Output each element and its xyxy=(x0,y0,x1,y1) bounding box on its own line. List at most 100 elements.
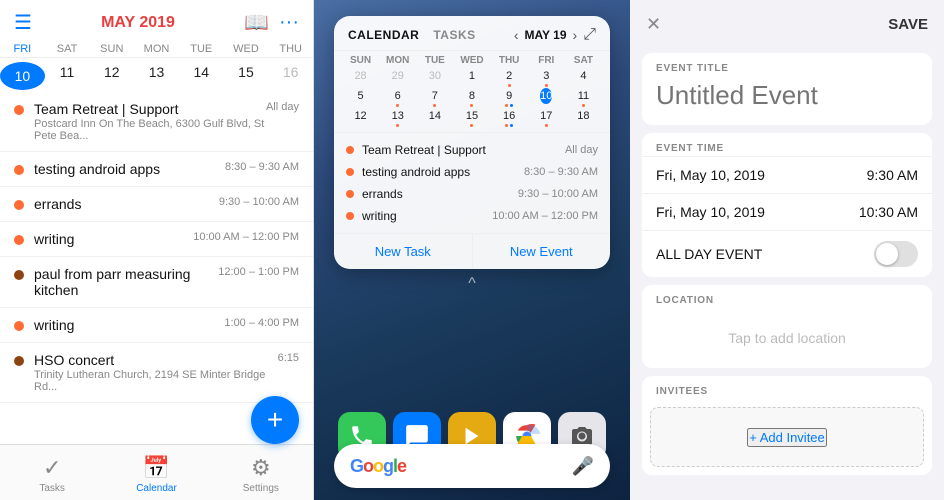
event-dot xyxy=(14,356,24,366)
dates-row: 10 11 12 13 14 15 16 xyxy=(0,58,313,92)
event-dot xyxy=(14,270,24,280)
mini-date[interactable]: 4 xyxy=(580,68,586,84)
event-content: writing xyxy=(34,231,193,247)
event-title-input[interactable] xyxy=(642,76,932,125)
mini-date[interactable]: 18 xyxy=(577,108,589,124)
add-invitee-btn[interactable]: + Add Invitee xyxy=(747,428,827,447)
google-logo: Google xyxy=(350,456,406,477)
mini-date[interactable]: 14 xyxy=(429,108,441,124)
event-title: testing android apps xyxy=(34,161,225,177)
all-day-toggle[interactable] xyxy=(874,241,918,267)
widget-event-name: errands xyxy=(362,187,518,201)
widget-event-time: All day xyxy=(565,144,598,156)
event-title: HSO concert xyxy=(34,352,278,368)
mini-date[interactable]: 15 xyxy=(466,108,478,124)
new-event-btn[interactable]: New Event xyxy=(473,234,611,269)
mini-date[interactable]: 17 xyxy=(540,108,552,124)
form-body: EVENT TITLE EVENT TIME Fri, May 10, 2019… xyxy=(630,45,944,500)
event-errands[interactable]: errands 9:30 – 10:00 AM xyxy=(0,187,313,222)
weekday-thu: THU xyxy=(268,43,313,55)
location-placeholder-text: Tap to add location xyxy=(728,330,846,346)
mini-date[interactable]: 9 xyxy=(506,88,512,104)
more-icon[interactable]: ··· xyxy=(279,11,299,34)
mini-date[interactable]: 5 xyxy=(358,88,364,104)
mini-date[interactable]: 1 xyxy=(469,68,475,84)
nav-settings[interactable]: ⚙ Settings xyxy=(209,453,313,496)
start-time-row[interactable]: Fri, May 10, 2019 9:30 AM xyxy=(642,156,932,193)
mini-date[interactable]: 11 xyxy=(578,88,589,104)
mini-date[interactable]: 6 xyxy=(395,88,401,104)
date-10[interactable]: 10 xyxy=(0,62,45,90)
expand-btn[interactable]: ⤢ xyxy=(583,26,596,44)
all-day-label: ALL DAY EVENT xyxy=(656,246,762,262)
event-content: writing xyxy=(34,317,224,333)
mini-date[interactable]: 13 xyxy=(392,108,404,124)
calendar-title: MAY 2019 xyxy=(32,14,244,32)
event-writing-2[interactable]: writing 1:00 – 4:00 PM xyxy=(0,308,313,343)
bottom-nav: ✓ Tasks 📅 Calendar ⚙ Settings xyxy=(0,444,313,500)
event-hso-concert[interactable]: HSO concert Trinity Lutheran Church, 219… xyxy=(0,343,313,403)
event-team-retreat[interactable]: Team Retreat | Support Postcard Inn On T… xyxy=(0,92,313,152)
mini-wd-thu: THU xyxy=(491,55,528,66)
mini-date[interactable]: 29 xyxy=(392,68,404,84)
widget-event-name: testing android apps xyxy=(362,165,524,179)
event-content: HSO concert Trinity Lutheran Church, 219… xyxy=(34,352,278,393)
widget-event-team-retreat[interactable]: Team Retreat | Support All day xyxy=(334,139,610,161)
new-task-btn[interactable]: New Task xyxy=(334,234,473,269)
location-label: LOCATION xyxy=(642,285,932,308)
menu-icon[interactable]: ☰ xyxy=(14,10,32,35)
weekday-sun: SUN xyxy=(89,43,134,55)
event-time-label: EVENT TIME xyxy=(642,133,932,156)
event-testing-android[interactable]: testing android apps 8:30 – 9:30 AM xyxy=(0,152,313,187)
date-12[interactable]: 12 xyxy=(89,62,134,90)
swipe-indicator: ^ xyxy=(468,275,476,293)
widget-event-testing[interactable]: testing android apps 8:30 – 9:30 AM xyxy=(334,161,610,183)
location-section: LOCATION Tap to add location xyxy=(642,285,932,368)
save-form-btn[interactable]: SAVE xyxy=(888,16,928,33)
event-writing-1[interactable]: writing 10:00 AM – 12:00 PM xyxy=(0,222,313,257)
location-input[interactable]: Tap to add location xyxy=(642,308,932,368)
date-15[interactable]: 15 xyxy=(224,62,269,90)
calendar-nav-label: Calendar xyxy=(136,483,177,494)
mini-wd-sun: SUN xyxy=(342,55,379,66)
event-time: 10:00 AM – 12:00 PM xyxy=(193,231,299,243)
weekday-mon: MON xyxy=(134,43,179,55)
mini-date[interactable]: 12 xyxy=(354,108,366,124)
mini-date[interactable]: 7 xyxy=(432,88,438,104)
tab-tasks[interactable]: TASKS xyxy=(433,28,475,42)
nav-calendar[interactable]: 📅 Calendar xyxy=(104,453,208,496)
google-search-bar[interactable]: Google 🎤 xyxy=(334,444,610,488)
form-header: ✕ SAVE xyxy=(630,0,944,45)
google-mic-icon[interactable]: 🎤 xyxy=(572,456,594,477)
end-time-row[interactable]: Fri, May 10, 2019 10:30 AM xyxy=(642,193,932,230)
mini-weekdays: SUN MON TUE WED THU FRI SAT xyxy=(342,55,602,66)
date-14[interactable]: 14 xyxy=(179,62,224,90)
mini-date-today[interactable]: 10 xyxy=(540,88,552,104)
event-paul-parr[interactable]: paul from parr measuring kitchen 12:00 –… xyxy=(0,257,313,308)
events-list: Team Retreat | Support Postcard Inn On T… xyxy=(0,92,313,444)
widget-event-writing[interactable]: writing 10:00 AM – 12:00 PM xyxy=(334,205,610,227)
event-time-section: EVENT TIME Fri, May 10, 2019 9:30 AM Fri… xyxy=(642,133,932,277)
widget-event-errands[interactable]: errands 9:30 – 10:00 AM xyxy=(334,183,610,205)
date-16[interactable]: 16 xyxy=(268,62,313,90)
event-subtitle: Postcard Inn On The Beach, 6300 Gulf Blv… xyxy=(34,118,266,142)
close-form-btn[interactable]: ✕ xyxy=(646,14,661,35)
book-icon[interactable]: 📖 xyxy=(244,10,269,35)
event-title: paul from parr measuring kitchen xyxy=(34,266,218,298)
tab-calendar[interactable]: CALENDAR xyxy=(348,28,419,42)
mini-date[interactable]: 8 xyxy=(469,88,475,104)
event-content: Team Retreat | Support Postcard Inn On T… xyxy=(34,101,266,142)
settings-icon: ⚙ xyxy=(251,455,271,481)
mini-wd-tue: TUE xyxy=(416,55,453,66)
next-month-btn[interactable]: › xyxy=(573,27,578,43)
prev-month-btn[interactable]: ‹ xyxy=(514,27,519,43)
mini-date[interactable]: 3 xyxy=(543,68,549,84)
mini-date[interactable]: 28 xyxy=(354,68,366,84)
date-13[interactable]: 13 xyxy=(134,62,179,90)
date-11[interactable]: 11 xyxy=(45,62,90,90)
mini-date[interactable]: 2 xyxy=(506,68,512,84)
mini-date[interactable]: 30 xyxy=(429,68,441,84)
nav-tasks[interactable]: ✓ Tasks xyxy=(0,453,104,496)
add-event-fab[interactable]: + xyxy=(251,396,299,444)
mini-date[interactable]: 16 xyxy=(503,108,515,124)
